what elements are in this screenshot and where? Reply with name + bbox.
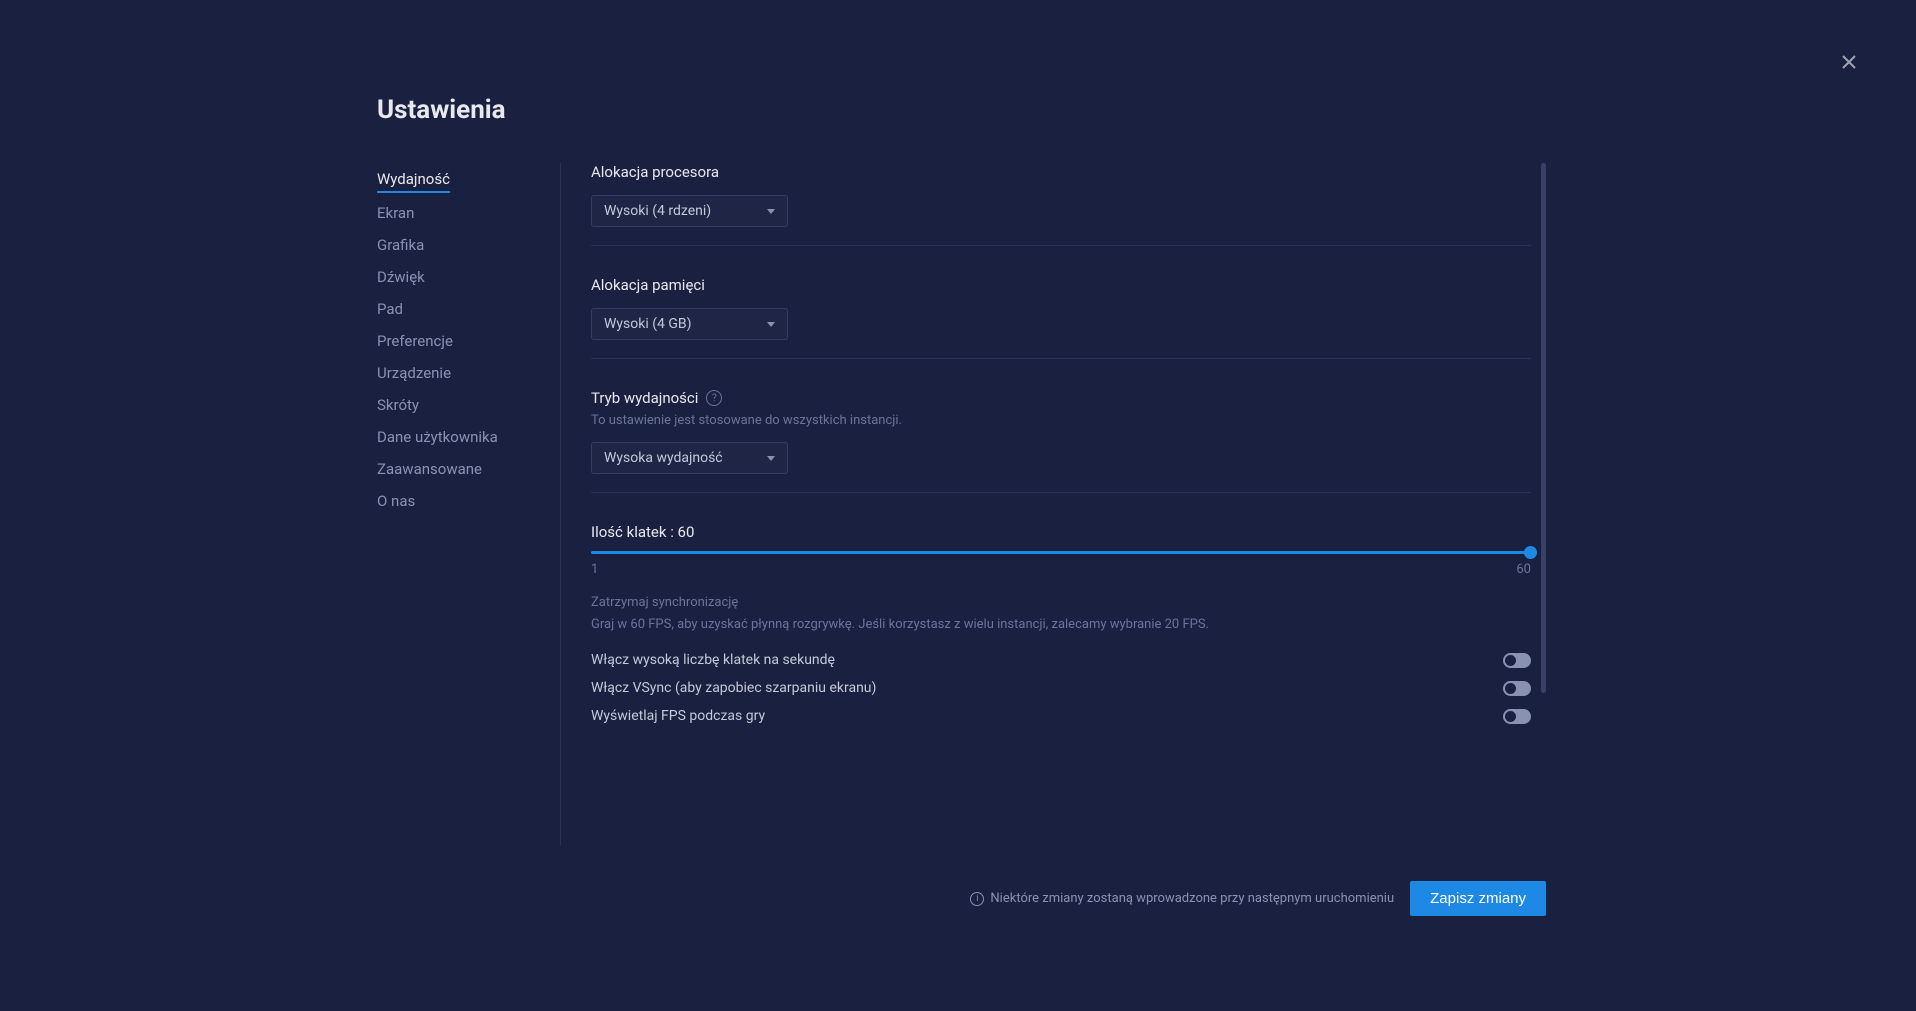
info-icon: i: [970, 892, 984, 906]
performance-mode-section: Tryb wydajności ? To ustawienie jest sto…: [591, 389, 1531, 493]
perfmode-subtext: To ustawienie jest stosowane do wszystki…: [591, 413, 1531, 428]
page-title: Ustawienia: [377, 95, 1546, 125]
scrollbar[interactable]: [1541, 163, 1546, 693]
chevron-down-icon: [767, 322, 775, 327]
memory-allocation-section: Alokacja pamięci Wysoki (4 GB): [591, 276, 1531, 359]
main-panel: Alokacja procesora Wysoki (4 rdzeni) Alo…: [561, 163, 1546, 846]
fps-max: 60: [1516, 562, 1531, 577]
sync-text: Zatrzymaj synchronizację: [591, 595, 1531, 610]
perfmode-dropdown-value: Wysoka wydajność: [604, 450, 723, 466]
sidebar-item-screen[interactable]: Ekran: [377, 197, 540, 229]
sidebar-item-advanced[interactable]: Zaawansowane: [377, 453, 540, 485]
cpu-allocation-section: Alokacja procesora Wysoki (4 rdzeni): [591, 163, 1531, 246]
toggle-show-fps[interactable]: [1503, 709, 1531, 724]
perfmode-label: Tryb wydajności ?: [591, 389, 1531, 407]
toggle-vsync-label: Włącz VSync (aby zapobiec szarpaniu ekra…: [591, 680, 876, 696]
sidebar-item-userdata[interactable]: Dane użytkownika: [377, 421, 540, 453]
sidebar: Wydajność Ekran Grafika Dźwięk Pad Prefe…: [377, 163, 561, 846]
fps-section: Ilość klatek : 60 1 60 Zatrzymaj synchro…: [591, 523, 1531, 724]
fps-min: 1: [591, 562, 598, 577]
sidebar-item-sound[interactable]: Dźwięk: [377, 261, 540, 293]
toggle-high-fps-row: Włącz wysoką liczbę klatek na sekundę: [591, 652, 1531, 668]
sidebar-item-preferences[interactable]: Preferencje: [377, 325, 540, 357]
sidebar-item-shortcuts[interactable]: Skróty: [377, 389, 540, 421]
close-button[interactable]: [1837, 50, 1861, 74]
memory-dropdown-value: Wysoki (4 GB): [604, 316, 692, 332]
perfmode-dropdown[interactable]: Wysoka wydajność: [591, 442, 788, 474]
chevron-down-icon: [767, 209, 775, 214]
toggle-show-fps-label: Wyświetlaj FPS podczas gry: [591, 708, 765, 724]
cpu-dropdown[interactable]: Wysoki (4 rdzeni): [591, 195, 788, 227]
sidebar-item-about[interactable]: O nas: [377, 485, 540, 517]
toggle-vsync-row: Włącz VSync (aby zapobiec szarpaniu ekra…: [591, 680, 1531, 696]
save-button[interactable]: Zapisz zmiany: [1410, 881, 1546, 916]
help-icon[interactable]: ?: [706, 390, 722, 406]
chevron-down-icon: [767, 456, 775, 461]
cpu-label: Alokacja procesora: [591, 163, 1531, 181]
toggle-show-fps-row: Wyświetlaj FPS podczas gry: [591, 708, 1531, 724]
toggle-high-fps[interactable]: [1503, 653, 1531, 668]
fps-label: Ilość klatek : 60: [591, 523, 1531, 541]
toggle-vsync[interactable]: [1503, 681, 1531, 696]
fps-range: 1 60: [591, 562, 1531, 577]
fps-slider[interactable]: [591, 551, 1531, 554]
fps-slider-thumb[interactable]: [1524, 546, 1537, 559]
memory-dropdown[interactable]: Wysoki (4 GB): [591, 308, 788, 340]
sidebar-item-device[interactable]: Urządzenie: [377, 357, 540, 389]
cpu-dropdown-value: Wysoki (4 rdzeni): [604, 203, 711, 219]
fps-description: Graj w 60 FPS, aby uzyskać płynną rozgry…: [591, 616, 1531, 634]
footer: i Niektóre zmiany zostaną wprowadzone pr…: [377, 856, 1546, 1011]
sidebar-item-pad[interactable]: Pad: [377, 293, 540, 325]
close-icon: [1837, 50, 1861, 74]
sidebar-item-performance[interactable]: Wydajność: [377, 163, 450, 193]
memory-label: Alokacja pamięci: [591, 276, 1531, 294]
footer-note: i Niektóre zmiany zostaną wprowadzone pr…: [970, 891, 1394, 906]
sidebar-item-graphics[interactable]: Grafika: [377, 229, 540, 261]
toggle-high-fps-label: Włącz wysoką liczbę klatek na sekundę: [591, 652, 835, 668]
